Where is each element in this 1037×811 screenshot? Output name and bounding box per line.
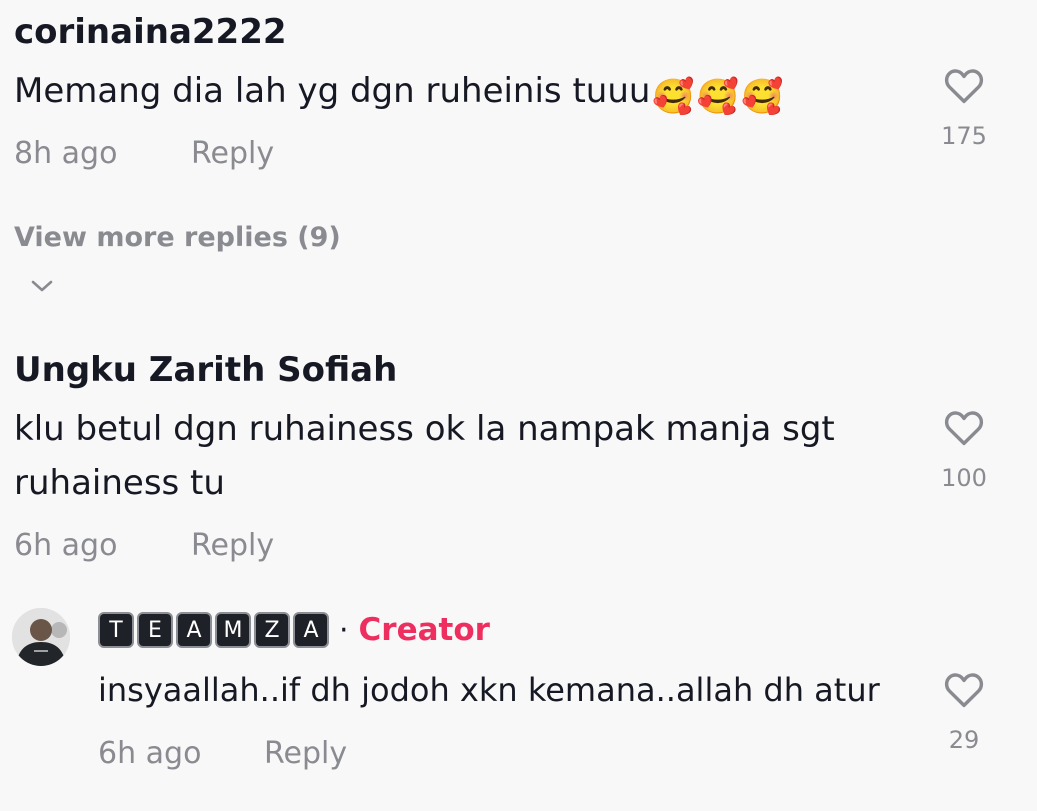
- heart-outline-icon[interactable]: [943, 408, 985, 446]
- username-letter-tile: M: [215, 612, 251, 648]
- smiling-face-with-hearts-emoji: 🥰: [652, 77, 695, 117]
- separator-dot: ·: [339, 612, 349, 648]
- like-control: 100: [914, 408, 1014, 492]
- like-count: 175: [941, 122, 987, 150]
- like-control: 29: [914, 670, 1014, 754]
- username-letter-tile: Z: [254, 612, 290, 648]
- like-count: 100: [941, 464, 987, 492]
- avatar[interactable]: [12, 608, 70, 666]
- reply-header: T E A M Z A · Creator: [98, 612, 490, 648]
- username-letter-tile: E: [137, 612, 173, 648]
- username-letter-tile: A: [176, 612, 212, 648]
- comment-text-body: Memang dia lah yg dgn ruheinis tuuu: [14, 71, 651, 111]
- comment-username[interactable]: corinaina2222: [14, 12, 287, 52]
- smiling-face-with-hearts-emoji: 🥰: [741, 77, 784, 117]
- comment-text: Memang dia lah yg dgn ruheinis tuuu🥰🥰🥰: [14, 64, 783, 124]
- creator-badge: Creator: [358, 612, 490, 648]
- heart-outline-icon[interactable]: [943, 670, 985, 708]
- reply-button[interactable]: Reply: [264, 736, 347, 771]
- comment-text: klu betul dgn ruhainess ok la nampak man…: [14, 409, 835, 503]
- smiling-face-with-hearts-emoji: 🥰: [696, 77, 740, 117]
- reply-button[interactable]: Reply: [191, 528, 274, 563]
- username-letter-tile: T: [98, 612, 134, 648]
- view-more-replies-button[interactable]: View more replies (9): [14, 222, 341, 253]
- creator-username[interactable]: T E A M Z A: [98, 612, 329, 648]
- comment-username[interactable]: Ungku Zarith Sofiah: [14, 350, 397, 390]
- comment-timestamp: 6h ago: [14, 528, 118, 563]
- like-control: 175: [914, 66, 1014, 150]
- chevron-down-icon[interactable]: [30, 278, 54, 294]
- like-count: 29: [948, 726, 980, 754]
- username-letter-tile: A: [293, 612, 329, 648]
- reply-timestamp: 6h ago: [98, 736, 202, 771]
- reply-button[interactable]: Reply: [191, 136, 274, 171]
- heart-outline-icon[interactable]: [943, 66, 985, 104]
- comment-timestamp: 8h ago: [14, 136, 118, 171]
- reply-text: insyaallah..if dh jodoh xkn kemana..alla…: [98, 671, 880, 709]
